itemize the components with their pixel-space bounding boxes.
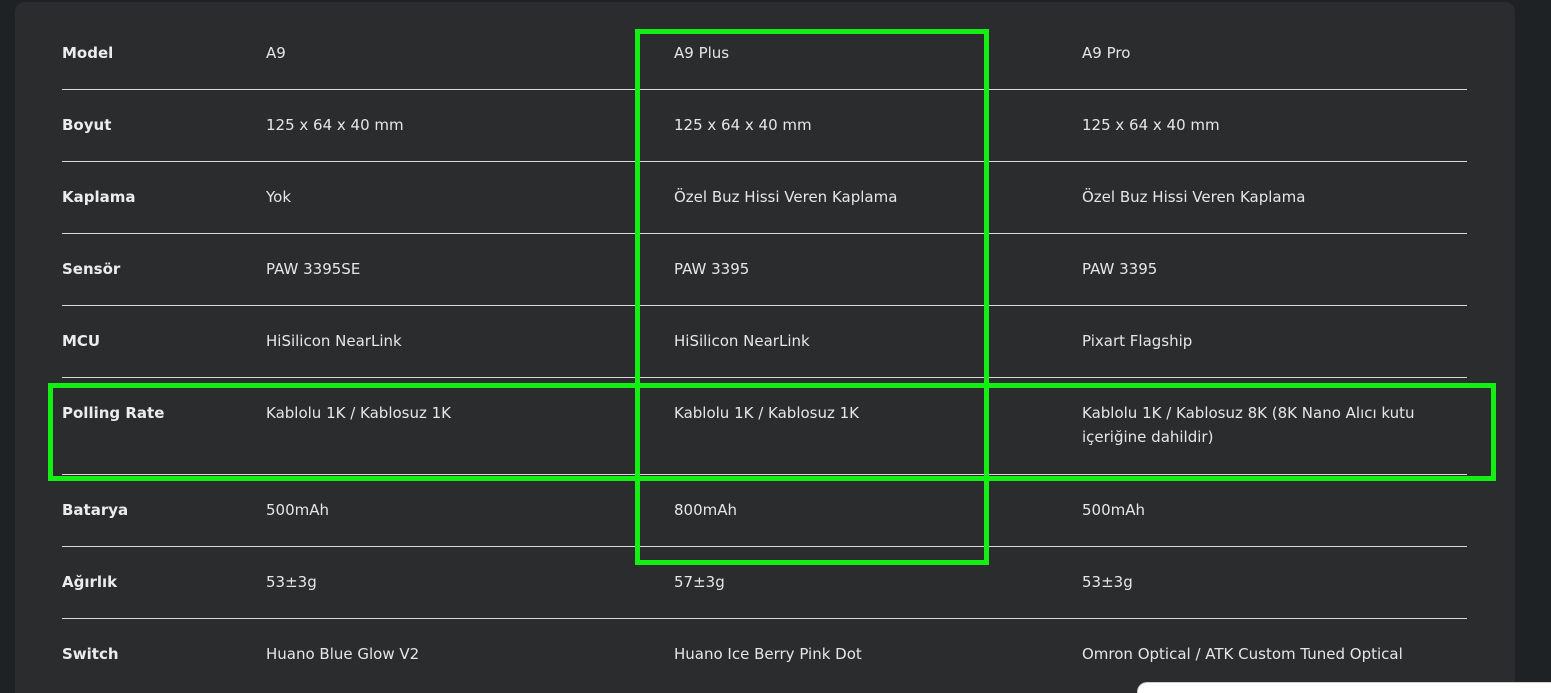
- spec-value-a9: 500mAh: [266, 501, 330, 519]
- spec-value-a9-plus: HiSilicon NearLink: [674, 332, 810, 350]
- spec-row-boyut: Boyut 125 x 64 x 40 mm 125 x 64 x 40 mm …: [62, 90, 1467, 162]
- spec-value-a9-pro: A9 Pro: [1082, 44, 1131, 62]
- spec-row-agirlik: Ağırlık 53±3g 57±3g 53±3g: [62, 547, 1467, 619]
- spec-value-a9-pro: 125 x 64 x 40 mm: [1082, 116, 1220, 134]
- spec-label: MCU: [62, 332, 101, 350]
- spec-value-a9-pro: PAW 3395: [1082, 260, 1158, 278]
- spec-value-a9-plus: A9 Plus: [674, 44, 730, 62]
- spec-label: Sensör: [62, 260, 121, 278]
- spec-value-a9-plus: Özel Buz Hissi Veren Kaplama: [674, 188, 898, 206]
- spec-value-a9: 53±3g: [266, 573, 317, 591]
- spec-value-a9: 125 x 64 x 40 mm: [266, 116, 404, 134]
- spec-row-batarya: Batarya 500mAh 800mAh 500mAh: [62, 475, 1467, 547]
- spec-value-a9: Huano Blue Glow V2: [266, 645, 420, 663]
- spec-row-mcu: MCU HiSilicon NearLink HiSilicon NearLin…: [62, 306, 1467, 378]
- spec-label: Polling Rate: [62, 404, 165, 422]
- spec-value-a9-pro: Pixart Flagship: [1082, 332, 1193, 350]
- spec-value-a9-pro: Özel Buz Hissi Veren Kaplama: [1082, 188, 1306, 206]
- spec-value-a9: Yok: [266, 188, 292, 206]
- spec-value-a9-pro: Kablolu 1K / Kablosuz 8K (8K Nano Alıcı …: [1082, 404, 1415, 446]
- spec-value-a9-plus: PAW 3395: [674, 260, 750, 278]
- spec-label: Model: [62, 44, 114, 62]
- spec-label: Ağırlık: [62, 573, 118, 591]
- spec-value-a9: Kablolu 1K / Kablosuz 1K: [266, 404, 452, 422]
- spec-row-kaplama: Kaplama Yok Özel Buz Hissi Veren Kaplama…: [62, 162, 1467, 234]
- spec-label: Kaplama: [62, 188, 136, 206]
- spec-value-a9-pro: Omron Optical / ATK Custom Tuned Optical: [1082, 645, 1403, 663]
- spec-value-a9: HiSilicon NearLink: [266, 332, 402, 350]
- spec-value-a9-pro: 500mAh: [1082, 501, 1146, 519]
- chat-widget-panel[interactable]: [1137, 682, 1551, 693]
- spec-value-a9-plus: 57±3g: [674, 573, 725, 591]
- page: Model A9 A9 Plus A9 Pro Boyut 125 x 64 x…: [0, 0, 1551, 693]
- spec-value-a9-plus: 800mAh: [674, 501, 738, 519]
- spec-row-model: Model A9 A9 Plus A9 Pro: [62, 18, 1467, 90]
- spec-value-a9: A9: [266, 44, 286, 62]
- spec-value-a9-pro: 53±3g: [1082, 573, 1133, 591]
- spec-value-a9-plus: Kablolu 1K / Kablosuz 1K: [674, 404, 860, 422]
- spec-label: Batarya: [62, 501, 129, 519]
- spec-row-polling-rate: Polling Rate Kablolu 1K / Kablosuz 1K Ka…: [62, 378, 1467, 475]
- spec-comparison-table: Model A9 A9 Plus A9 Pro Boyut 125 x 64 x…: [62, 18, 1467, 691]
- spec-label: Boyut: [62, 116, 112, 134]
- spec-value-a9-plus: 125 x 64 x 40 mm: [674, 116, 812, 134]
- spec-value-a9-plus: Huano Ice Berry Pink Dot: [674, 645, 862, 663]
- spec-label: Switch: [62, 645, 119, 663]
- spec-value-a9: PAW 3395SE: [266, 260, 361, 278]
- spec-row-switch: Switch Huano Blue Glow V2 Huano Ice Berr…: [62, 619, 1467, 691]
- spec-row-sensor: Sensör PAW 3395SE PAW 3395 PAW 3395: [62, 234, 1467, 306]
